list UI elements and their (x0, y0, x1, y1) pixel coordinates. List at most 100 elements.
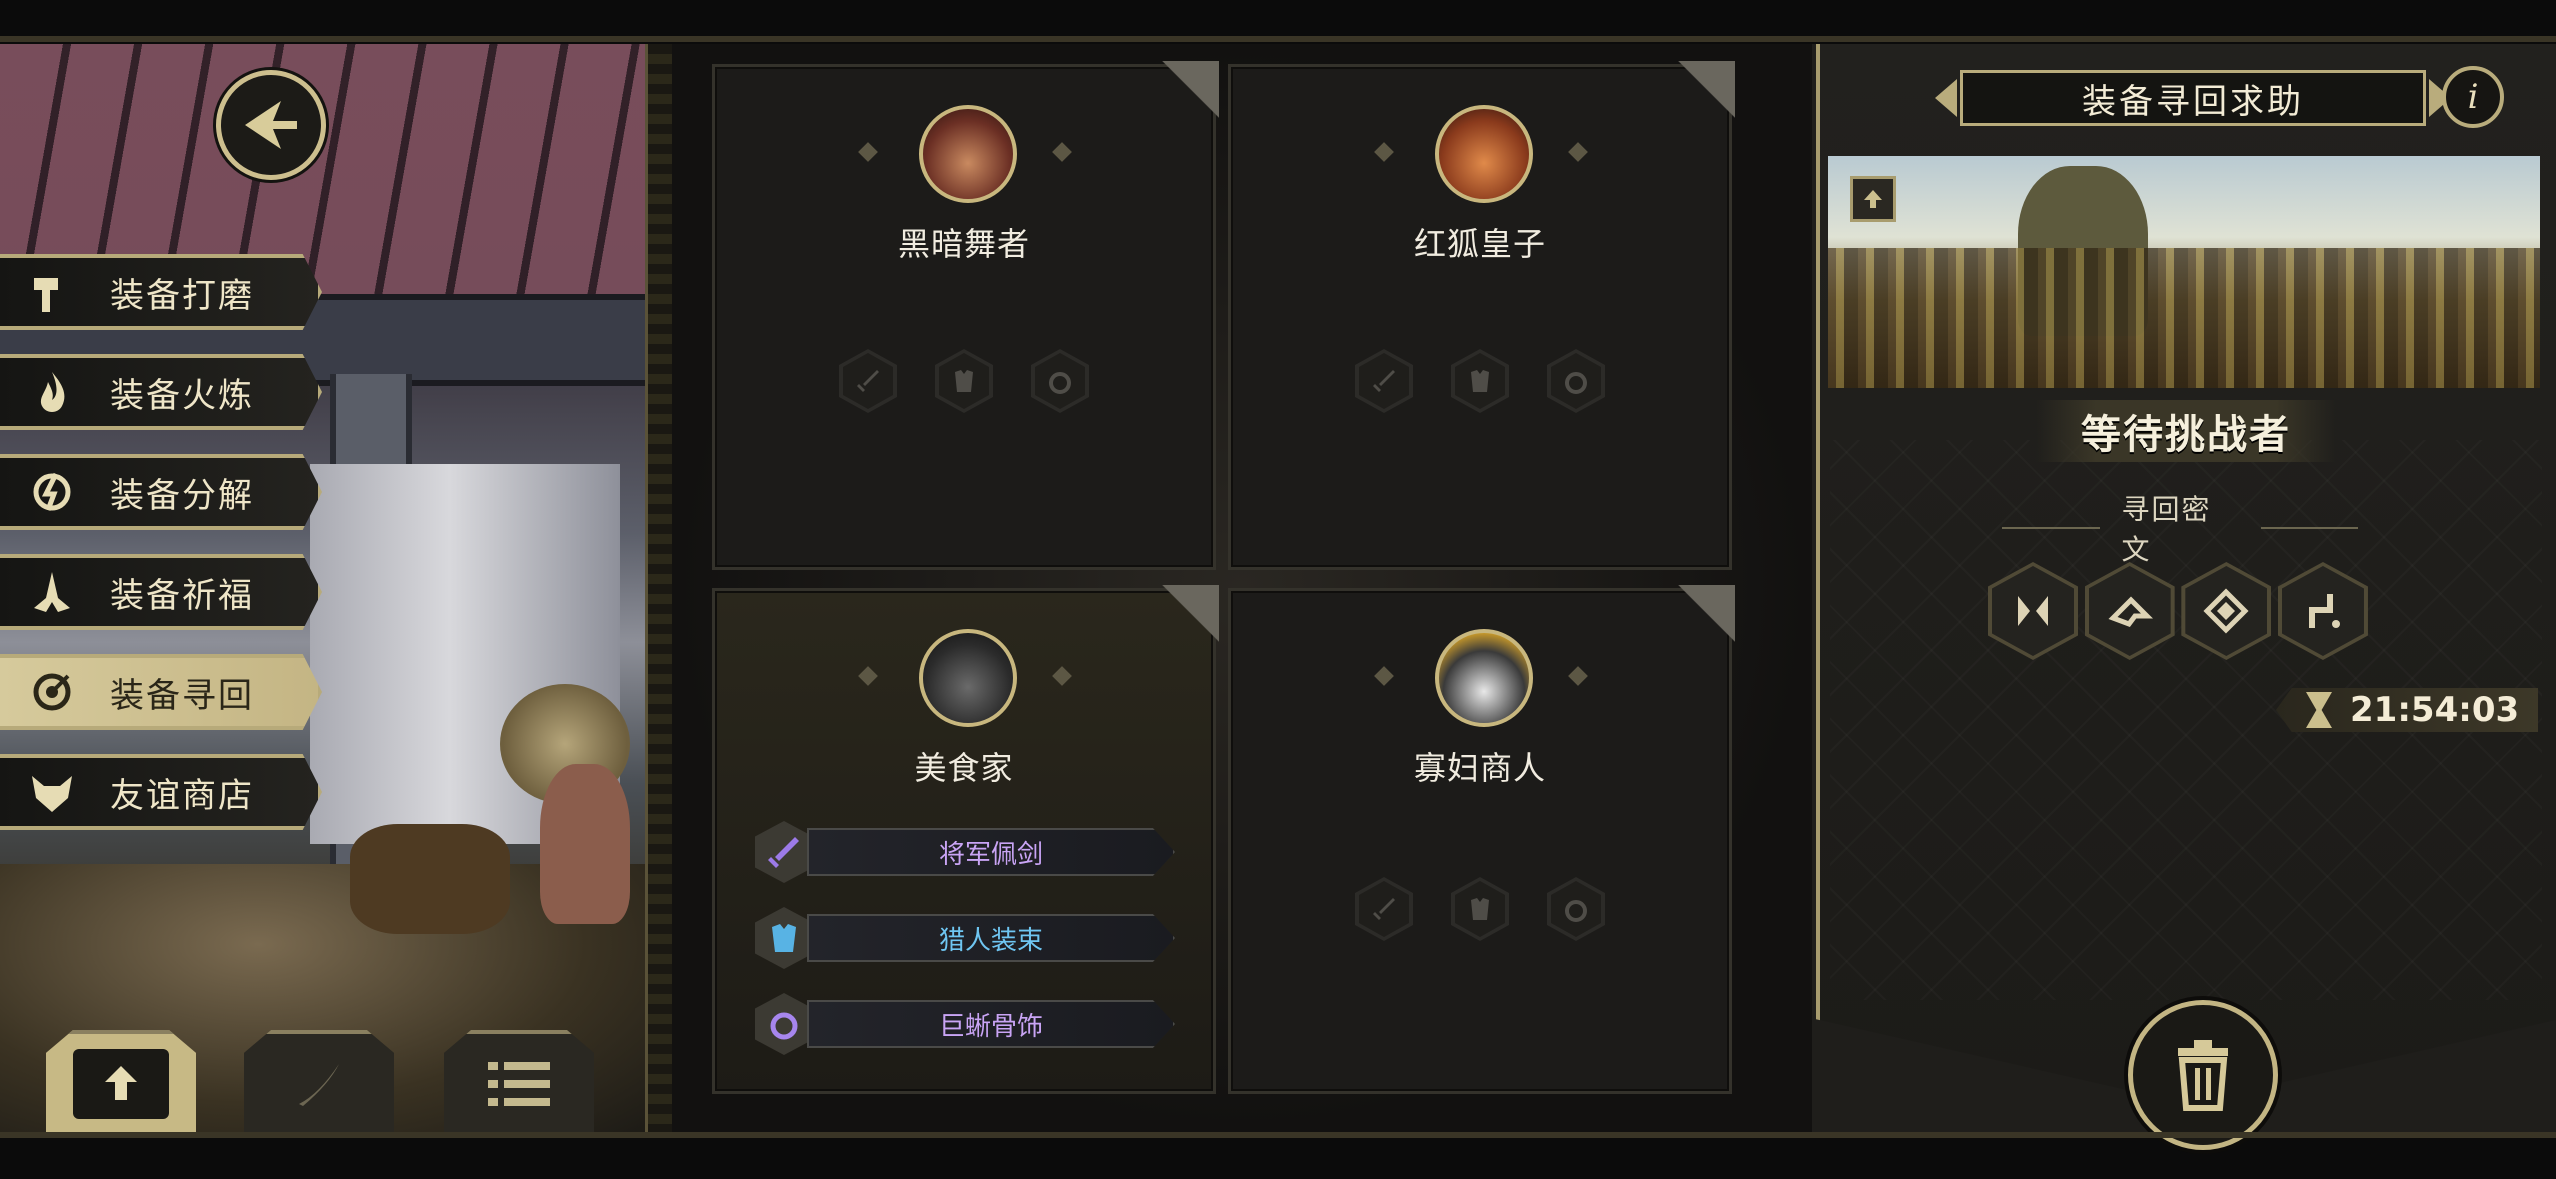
equipment-row-armor[interactable]: 猎人装束 (755, 907, 1175, 969)
equipment-row-weapon[interactable]: 将军佩剑 (755, 821, 1175, 883)
upload-arrow-icon (105, 1066, 137, 1100)
page-curl (1149, 585, 1219, 655)
menu-item-6[interactable]: 友谊商店 (0, 754, 322, 830)
list-icon (488, 1062, 550, 1106)
pray-hands-icon (28, 568, 76, 616)
menu-item-5[interactable]: 装备寻回 (0, 654, 322, 730)
menu-item-4[interactable]: 装备祈福 (0, 554, 322, 630)
disassemble-icon (28, 468, 76, 516)
armor-icon (955, 370, 973, 392)
ring-icon (1565, 900, 1587, 922)
equipment-slots (1231, 349, 1729, 413)
ornament-diamond (1052, 142, 1072, 162)
basket (350, 824, 510, 934)
countdown-timer: 21:54:03 (2276, 688, 2538, 732)
rune-2-icon (2108, 596, 2153, 627)
quill-button[interactable] (244, 1030, 394, 1134)
equipment-name: 巨蜥骨饰 (807, 1000, 1175, 1048)
armor-slot[interactable] (935, 349, 993, 413)
fox-icon (28, 768, 76, 816)
menu-item-1[interactable]: 装备打磨 (0, 254, 322, 330)
character-card-widow-merchant[interactable]: 寡妇商人 (1228, 585, 1735, 1094)
weapon-slot[interactable] (839, 349, 897, 413)
menu-item-2[interactable]: 装备火炼 (0, 354, 322, 430)
rat-dancer-portrait (919, 105, 1017, 203)
character-name: 寡妇商人 (1413, 749, 1546, 787)
back-button[interactable] (216, 70, 326, 180)
page-curl (1665, 585, 1735, 655)
armor-icon (755, 907, 813, 969)
ornament-diamond (858, 666, 878, 686)
armor-slot[interactable] (1451, 877, 1509, 941)
menu-item-label: 装备打磨 (110, 275, 254, 316)
back-arrow-icon (245, 101, 297, 149)
top-frame-line (0, 36, 2556, 42)
info-icon: i (2467, 77, 2479, 117)
banner-expand-button[interactable] (1850, 176, 1896, 222)
ornament-diamond (858, 142, 878, 162)
armor-slot[interactable] (1451, 349, 1509, 413)
character-name: 红狐皇子 (1413, 225, 1546, 263)
delete-button[interactable] (2128, 1000, 2278, 1150)
equipment-row-accessory[interactable]: 巨蜥骨饰 (755, 993, 1175, 1055)
list-button[interactable] (444, 1030, 594, 1134)
equipment-name: 将军佩剑 (807, 828, 1175, 876)
divider-line (2002, 527, 2100, 529)
menu-item-label: 装备寻回 (110, 675, 254, 716)
accessory-slot[interactable] (1547, 877, 1605, 941)
page-curl (1149, 61, 1219, 131)
armor-icon (1471, 370, 1489, 392)
menu-item-label: 友谊商店 (110, 775, 254, 816)
widow-merchant-portrait (1435, 629, 1533, 727)
info-button[interactable]: i (2442, 66, 2504, 128)
equipment-name: 猎人装束 (807, 914, 1175, 962)
rune-slot[interactable] (2084, 562, 2175, 660)
quill-icon (299, 1064, 339, 1106)
character-name: 黑暗舞者 (897, 225, 1030, 263)
menu-item-label: 装备火炼 (110, 375, 254, 416)
blacksmith-critter (540, 764, 630, 924)
character-name: 美食家 (914, 749, 1014, 787)
cipher-label-text: 寻回密文 (2121, 493, 2212, 566)
hammer-icon (28, 268, 76, 316)
character-card-dark-dancer[interactable]: 黑暗舞者 (712, 61, 1219, 570)
character-card-gourmet[interactable]: 美食家 将军佩剑 猎人装束 巨蜥骨饰 (712, 585, 1219, 1094)
rune-slot[interactable] (2181, 562, 2272, 660)
cipher-runes (1988, 562, 2368, 660)
sword-icon (1373, 370, 1395, 392)
accessory-slot[interactable] (1547, 349, 1605, 413)
weapon-slot[interactable] (1355, 349, 1413, 413)
menu-item-label: 装备分解 (110, 475, 254, 516)
status-label: 等待挑战者 (2036, 400, 2336, 462)
upload-button[interactable] (46, 1030, 196, 1134)
ornament-diamond (1568, 142, 1588, 162)
ornament-diamond (1374, 142, 1394, 162)
rune-3-icon (2203, 588, 2249, 634)
rune-1-icon (2018, 596, 2048, 626)
armor-icon (1471, 898, 1489, 920)
hourglass-icon (2306, 692, 2332, 728)
page-curl (1665, 61, 1735, 131)
menu-item-3[interactable]: 装备分解 (0, 454, 322, 530)
rune-slot[interactable] (2277, 562, 2368, 660)
field-plants (1828, 248, 2540, 388)
sword-icon (755, 821, 813, 883)
weapon-slot[interactable] (1355, 877, 1413, 941)
up-arrow-icon (1864, 190, 1882, 208)
character-card-red-fox-prince[interactable]: 红狐皇子 (1228, 61, 1735, 570)
accessory-slot[interactable] (1031, 349, 1089, 413)
flame-icon (28, 368, 76, 416)
equipment-slots (715, 349, 1213, 413)
cipher-section-label: 寻回密文 (1980, 493, 2380, 566)
rune-slot[interactable] (1988, 562, 2078, 660)
menu-item-label: 装备祈福 (110, 575, 254, 616)
trash-icon (2178, 1040, 2228, 1111)
timer-text: 21:54:03 (2350, 690, 2520, 730)
panel-title: 装备寻回求助 (1935, 70, 2451, 126)
divider-line (2260, 527, 2359, 529)
ring-icon (1049, 372, 1071, 394)
ornament-diamond (1052, 666, 1072, 686)
bottom-frame-line (0, 1132, 2556, 1138)
sword-icon (857, 370, 879, 392)
sword-icon (1373, 898, 1395, 920)
